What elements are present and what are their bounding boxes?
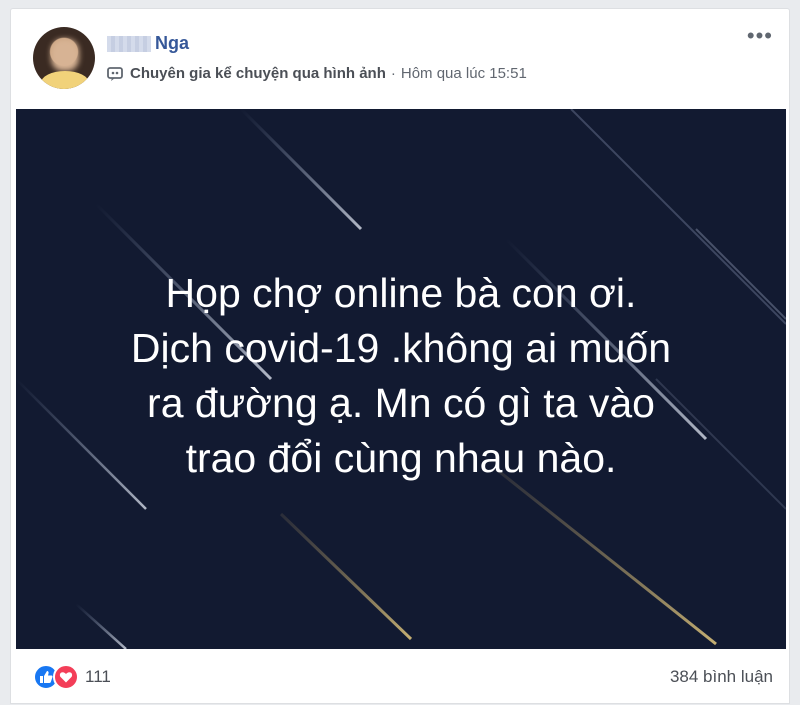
meta-separator: · [390,65,396,82]
post-image[interactable]: Họp chợ online bà con ơi. Dịch covid-19 … [16,109,786,649]
avatar-face-blur [51,39,79,71]
author-name-row: Nga [107,33,189,54]
visual-storyteller-badge-icon [107,66,123,81]
avatar-shirt [41,71,89,89]
image-caption-line-2: Dịch covid-19 .không ai muốn [130,325,672,371]
love-icon [53,664,79,690]
image-caption-line-3: ra đường ạ. Mn có gì ta vào [147,380,655,426]
post-meta: Chuyên gia kể chuyện qua hình ảnh · Hôm … [107,65,527,82]
image-caption-line-4: trao đổi cùng nhau nào. [185,435,617,481]
comments-count-link[interactable]: 384 bình luận [670,667,773,687]
post-timestamp[interactable]: Hôm qua lúc 15:51 [401,65,527,82]
image-caption-line-1: Họp chợ online bà con ơi. [165,270,637,316]
reaction-count: 111 [85,667,111,686]
more-options-icon[interactable]: ••• [747,25,773,47]
reactions-summary[interactable]: 111 [33,664,111,690]
post-header: Nga Chuyên gia kể chuyện qua hình ảnh · … [11,9,789,105]
badge-label[interactable]: Chuyên gia kể chuyện qua hình ảnh [130,65,386,82]
facebook-post: Nga Chuyên gia kể chuyện qua hình ảnh · … [10,8,790,704]
author-avatar[interactable] [33,27,95,89]
author-name[interactable]: Nga [155,33,189,54]
image-caption: Họp chợ online bà con ơi. Dịch covid-19 … [16,266,786,486]
post-footer: 111 384 bình luận [11,649,791,705]
redacted-name [107,35,151,52]
